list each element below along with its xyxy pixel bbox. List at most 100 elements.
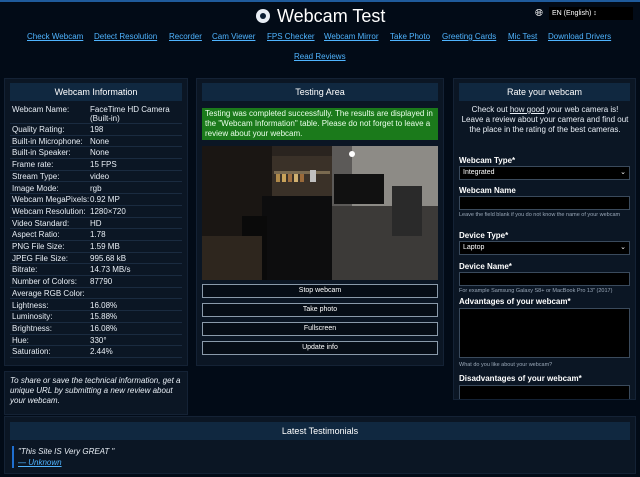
nav-webcam-mirror[interactable]: Webcam Mirror [324, 32, 379, 41]
info-value: 16.08% [90, 323, 118, 333]
testimonials-title: Latest Testimonials [10, 422, 630, 440]
info-row: Saturation: 2.44% [10, 346, 182, 358]
rate-intro-text: Check out how good your web camera is! L… [460, 105, 630, 135]
nav-recorder[interactable]: Recorder [169, 32, 202, 41]
webcam-video-feed [202, 146, 438, 280]
nav-mic-test[interactable]: Mic Test [508, 32, 537, 41]
info-key: Webcam MegaPixels: [12, 195, 90, 205]
webcam-logo-icon [256, 9, 270, 23]
nav-cam-viewer[interactable]: Cam Viewer [212, 32, 255, 41]
info-row: Webcam Name: FaceTime HD Camera (Built-in… [10, 104, 182, 124]
advantages-label: Advantages of your webcam* [459, 297, 571, 306]
info-value: 1.78 [90, 230, 106, 240]
chevron-down-icon: ⌄ [620, 244, 626, 251]
webcam-type-select[interactable]: Integrated ⌄ [459, 166, 630, 180]
info-key: Lightness: [12, 300, 49, 310]
how-good-link[interactable]: how good [510, 105, 545, 114]
info-value: 15.88% [90, 312, 118, 322]
stop-webcam-button[interactable]: Stop webcam [202, 284, 438, 298]
info-row: Lightness: 16.08% [10, 300, 182, 312]
chevron-down-icon: ⌄ [620, 169, 626, 176]
fullscreen-button[interactable]: Fullscreen [202, 322, 438, 336]
info-value: 15 FPS [90, 160, 117, 170]
info-key: Image Mode: [12, 183, 59, 193]
info-row: Hue: 330° [10, 335, 182, 347]
info-key: Luminosity: [12, 312, 53, 322]
nav-check-webcam[interactable]: Check Webcam [27, 32, 83, 41]
webcam-name-hint: Leave the field blank if you do not know… [459, 212, 621, 218]
info-row: Frame rate: 15 FPS [10, 159, 182, 171]
device-type-label: Device Type* [459, 231, 509, 240]
quote-bar [12, 446, 14, 468]
info-row: Built-in Microphone: None [10, 136, 182, 148]
info-key: Brightness: [12, 323, 53, 333]
share-note-text: To share or save the technical informati… [10, 376, 181, 405]
info-value: 1280×720 [90, 206, 126, 216]
update-info-button[interactable]: Update info [202, 341, 438, 355]
info-row: Average RGB Color: [10, 288, 182, 300]
info-key: Saturation: [12, 347, 51, 357]
info-row: Number of Colors: 87790 [10, 276, 182, 288]
device-name-hint: For example Samsung Galaxy S8+ or MacBoo… [459, 288, 613, 294]
info-row: PNG File Size: 1.59 MB [10, 241, 182, 253]
info-value: FaceTime HD Camera (Built-in) [90, 105, 170, 123]
info-value: None [90, 148, 110, 158]
nav-fps-checker[interactable]: FPS Checker [267, 32, 315, 41]
nav-download-drivers[interactable]: Download Drivers [548, 32, 611, 41]
device-name-label: Device Name* [459, 262, 512, 271]
language-select[interactable]: EN (English) ↕ [549, 7, 633, 20]
webcam-info-title: Webcam Information [10, 83, 182, 101]
info-row: Bitrate: 14.73 MB/s [10, 264, 182, 277]
info-value: 198 [90, 125, 104, 134]
info-key: Built-in Speaker: [12, 148, 71, 158]
info-key: Frame rate: [12, 160, 54, 170]
device-type-value: Laptop [463, 244, 485, 251]
advantages-textarea[interactable] [459, 308, 630, 358]
info-row: Image Mode: rgb [10, 183, 182, 195]
info-value: 2.44% [90, 347, 113, 357]
info-row: Brightness: 16.08% [10, 323, 182, 335]
language-selector[interactable]: 🌐︎ EN (English) ↕ [535, 7, 635, 21]
info-value: 330° [90, 335, 107, 345]
info-key: Webcam Resolution: [12, 206, 86, 216]
disadvantages-textarea[interactable] [459, 385, 630, 399]
nav-detect-resolution[interactable]: Detect Resolution [94, 32, 157, 41]
info-value: 0.92 MP [90, 195, 120, 205]
info-key: Stream Type: [12, 171, 60, 181]
info-key: Bitrate: [12, 265, 38, 275]
info-value: video [90, 171, 110, 181]
rate-intro-before: Check out [471, 105, 510, 114]
info-row: Built-in Speaker: None [10, 147, 182, 160]
info-row: JPEG File Size: 995.68 kB [10, 253, 182, 265]
info-row: Video Standard: HD [10, 218, 182, 230]
advantages-hint: What do you like about your webcam? [459, 362, 553, 368]
top-accent-bar [0, 0, 640, 2]
info-key: Aspect Ratio: [12, 230, 60, 240]
take-photo-button[interactable]: Take photo [202, 303, 438, 317]
device-type-select[interactable]: Laptop ⌄ [459, 241, 630, 255]
info-value: 995.68 kB [90, 253, 127, 263]
testimonial-author-link[interactable]: — Unknown [18, 458, 62, 467]
info-value: HD [90, 218, 102, 228]
info-key: Quality Rating: [12, 125, 65, 134]
success-notice: Testing was completed successfully. The … [202, 108, 438, 140]
nav-read-reviews[interactable]: Read Reviews [294, 52, 346, 61]
info-row: Quality Rating: 198 [10, 124, 182, 136]
info-key: Average RGB Color: [12, 288, 85, 298]
site-header: Webcam Test 🌐︎ EN (English) ↕ [0, 3, 640, 31]
rate-webcam-title: Rate your webcam [459, 83, 630, 101]
nav-greeting-cards[interactable]: Greeting Cards [442, 32, 496, 41]
info-row: Luminosity: 15.88% [10, 311, 182, 323]
info-key: Webcam Name: [12, 105, 70, 114]
webcam-name-field[interactable] [459, 196, 630, 210]
nav-take-photo[interactable]: Take Photo [390, 32, 430, 41]
info-key: Number of Colors: [12, 277, 77, 287]
info-key: Video Standard: [12, 218, 70, 228]
testimonial-quote: "This Site IS Very GREAT " [18, 447, 115, 456]
info-key: Hue: [12, 335, 29, 345]
info-value: None [90, 136, 110, 146]
device-name-field[interactable] [459, 272, 630, 286]
disadvantages-label: Disadvantages of your webcam* [459, 374, 582, 383]
info-value: rgb [90, 183, 102, 193]
info-key: JPEG File Size: [12, 253, 69, 263]
